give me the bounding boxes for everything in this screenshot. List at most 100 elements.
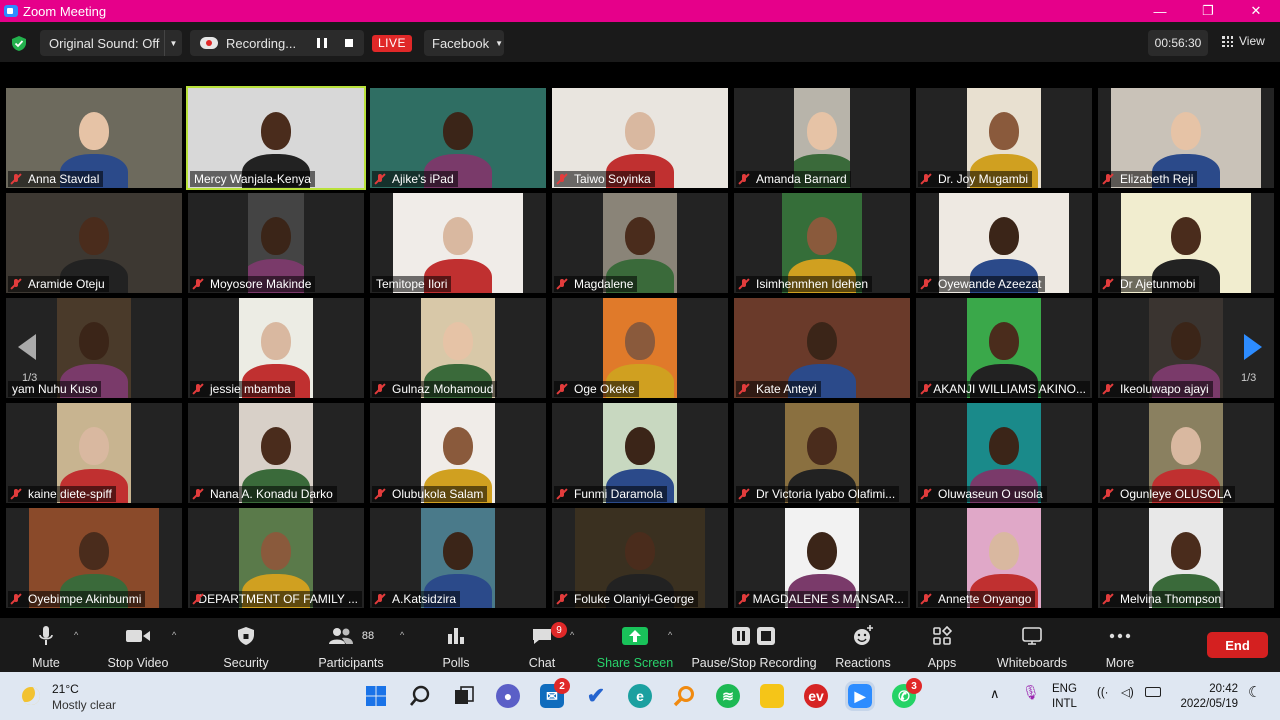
pause-stop-recording-button[interactable]: Pause/Stop Recording — [690, 624, 818, 670]
participant-tile[interactable]: Annette Onyango — [916, 508, 1092, 608]
teams-chat-icon[interactable]: ● — [496, 684, 520, 708]
search-magnifier-app-icon[interactable] — [672, 684, 696, 708]
whatsapp-icon[interactable]: ✆ 3 — [892, 678, 922, 708]
stop-recording-icon[interactable] — [345, 39, 353, 47]
file-explorer-icon[interactable] — [760, 684, 784, 708]
participant-tile[interactable]: Ajike's iPad — [370, 88, 546, 188]
participant-tile[interactable]: Funmi Daramola — [552, 403, 728, 503]
mail-icon[interactable]: ✉ 2 — [540, 678, 570, 708]
muted-mic-icon — [10, 593, 22, 605]
next-page-arrow-icon[interactable] — [1244, 334, 1262, 360]
participant-tile[interactable]: kaine diete-spiff — [6, 403, 182, 503]
participant-tile[interactable]: AKANJI WILLIAMS AKINO... — [916, 298, 1092, 398]
participant-name: AKANJI WILLIAMS AKINO... — [933, 382, 1086, 396]
participant-tile[interactable]: Mercy Wanjala-Kenya — [186, 86, 366, 190]
participant-tile[interactable]: Olubukola Salam — [370, 403, 546, 503]
todo-check-icon[interactable]: ✔ — [584, 683, 608, 708]
chat-options-caret-icon[interactable]: ^ — [570, 630, 574, 640]
participant-tile[interactable]: Temitope Ilori — [370, 193, 546, 293]
apps-button[interactable]: Apps — [926, 624, 958, 670]
encryption-shield-icon[interactable] — [12, 36, 26, 51]
maximize-button[interactable]: ❐ — [1184, 0, 1232, 22]
participant-tile[interactable]: Anna Stavdal — [6, 88, 182, 188]
page-indicator-left: 1/3 — [22, 372, 38, 384]
speaker-icon[interactable]: ◁) — [1121, 686, 1134, 701]
share-screen-button[interactable]: Share Screen — [597, 624, 673, 670]
audio-options-caret-icon[interactable]: ^ — [74, 630, 78, 640]
participant-tile[interactable]: Foluke Olaniyi-George — [552, 508, 728, 608]
participant-tile[interactable]: Gulnaz Mohamoud — [370, 298, 546, 398]
edge-browser-icon[interactable]: e — [628, 684, 652, 708]
participant-tile[interactable]: Oyewande Azeezat — [916, 193, 1092, 293]
clock[interactable]: 20:42 2022/05/19 — [1176, 682, 1238, 712]
video-options-caret-icon[interactable]: ^ — [172, 630, 176, 640]
task-view-icon[interactable] — [452, 684, 476, 708]
participant-nameplate: A.Katsidzira — [372, 591, 461, 607]
participant-tile[interactable]: Magdalene — [552, 193, 728, 293]
muted-mic-icon — [10, 173, 22, 185]
participant-tile[interactable]: Taiwo Soyinka — [552, 88, 728, 188]
participants-button[interactable]: 88 Participants — [316, 624, 386, 670]
weather-widget[interactable]: 21°C Mostly clear — [22, 682, 116, 712]
chevron-down-icon[interactable]: ▼ — [164, 30, 182, 56]
chevron-up-icon[interactable]: ∧ — [990, 686, 1000, 701]
wifi-icon[interactable]: ((· — [1097, 686, 1109, 701]
more-button[interactable]: More — [1104, 624, 1136, 670]
chat-button[interactable]: 9 Chat — [524, 622, 567, 670]
polls-button[interactable]: Polls — [438, 624, 474, 670]
participant-tile[interactable]: Dr. Joy Mugambi — [916, 88, 1092, 188]
search-icon[interactable] — [408, 684, 432, 708]
language-indicator[interactable]: ENG INTL — [1052, 682, 1077, 712]
participant-tile[interactable]: Ogunleye OLUSOLA — [1098, 403, 1274, 503]
windows-start-icon[interactable] — [364, 684, 388, 708]
stream-target-dropdown[interactable]: Facebook ▼ — [424, 30, 504, 56]
participant-name: Dr. Joy Mugambi — [938, 172, 1029, 186]
participant-tile[interactable]: Oyebimpe Akinbunmi — [6, 508, 182, 608]
participant-tile[interactable]: Aramide Oteju — [6, 193, 182, 293]
participant-nameplate: Elizabeth Reji — [1100, 171, 1198, 187]
battery-icon[interactable] — [1145, 687, 1161, 697]
original-sound-button[interactable]: Original Sound: Off ▼ — [40, 30, 182, 56]
participant-name: Moyosore Makinde — [210, 277, 312, 291]
participant-tile[interactable]: jessie mbamba — [188, 298, 364, 398]
view-button[interactable]: View — [1222, 34, 1265, 48]
participant-tile[interactable]: Nana A. Konadu Darko — [188, 403, 364, 503]
notification-moon-icon[interactable]: ☾ — [1248, 685, 1261, 700]
participant-name: Annette Onyango — [938, 592, 1032, 606]
participant-nameplate: Olubukola Salam — [372, 486, 488, 502]
pause-recording-icon[interactable] — [317, 38, 327, 48]
participant-tile[interactable]: A.Katsidzira — [370, 508, 546, 608]
participant-tile[interactable]: Melvina Thompson — [1098, 508, 1274, 608]
participant-tile[interactable]: Oluwaseun O usola — [916, 403, 1092, 503]
participant-face — [261, 112, 291, 150]
microphone-in-use-icon[interactable]: 🎙 — [1022, 685, 1040, 700]
participant-nameplate: Annette Onyango — [918, 591, 1036, 607]
spotify-icon[interactable]: ≋ — [716, 684, 740, 708]
participant-tile[interactable]: Kate Anteyi — [734, 298, 910, 398]
end-meeting-button[interactable]: End — [1207, 632, 1268, 658]
participant-tile[interactable]: Dr Victoria Iyabo Olafimi... — [734, 403, 910, 503]
participant-tile[interactable]: DEPARTMENT OF FAMILY ... — [188, 508, 364, 608]
participant-tile[interactable]: Isimhenmhen Idehen — [734, 193, 910, 293]
participant-tile[interactable]: Dr Ajetunmobi — [1098, 193, 1274, 293]
participant-nameplate: Aramide Oteju — [8, 276, 109, 292]
participants-options-caret-icon[interactable]: ^ — [400, 630, 404, 640]
whiteboards-button[interactable]: Whiteboards — [990, 624, 1074, 670]
share-screen-arrow-icon — [629, 630, 641, 642]
security-button[interactable]: Security — [222, 624, 270, 670]
stop-video-button[interactable]: Stop Video — [100, 624, 176, 670]
express-vpn-icon[interactable]: ev — [804, 684, 828, 708]
previous-page-arrow-icon[interactable] — [18, 334, 36, 360]
participant-tile[interactable]: Elizabeth Reji — [1098, 88, 1274, 188]
mute-button[interactable]: Mute — [28, 624, 64, 670]
participant-tile[interactable]: Oge Okeke — [552, 298, 728, 398]
reactions-button[interactable]: Reactions — [834, 624, 892, 670]
participant-tile[interactable]: MAGDALENE S MANSAR... — [734, 508, 910, 608]
participant-tile[interactable]: Amanda Barnard — [734, 88, 910, 188]
minimize-button[interactable]: — — [1136, 0, 1184, 22]
participant-tile[interactable]: Moyosore Makinde — [188, 193, 364, 293]
close-window-button[interactable]: ✕ — [1232, 0, 1280, 22]
participant-nameplate: Moyosore Makinde — [190, 276, 316, 292]
zoom-taskbar-icon[interactable]: ▶ — [845, 681, 875, 711]
share-options-caret-icon[interactable]: ^ — [668, 630, 672, 640]
